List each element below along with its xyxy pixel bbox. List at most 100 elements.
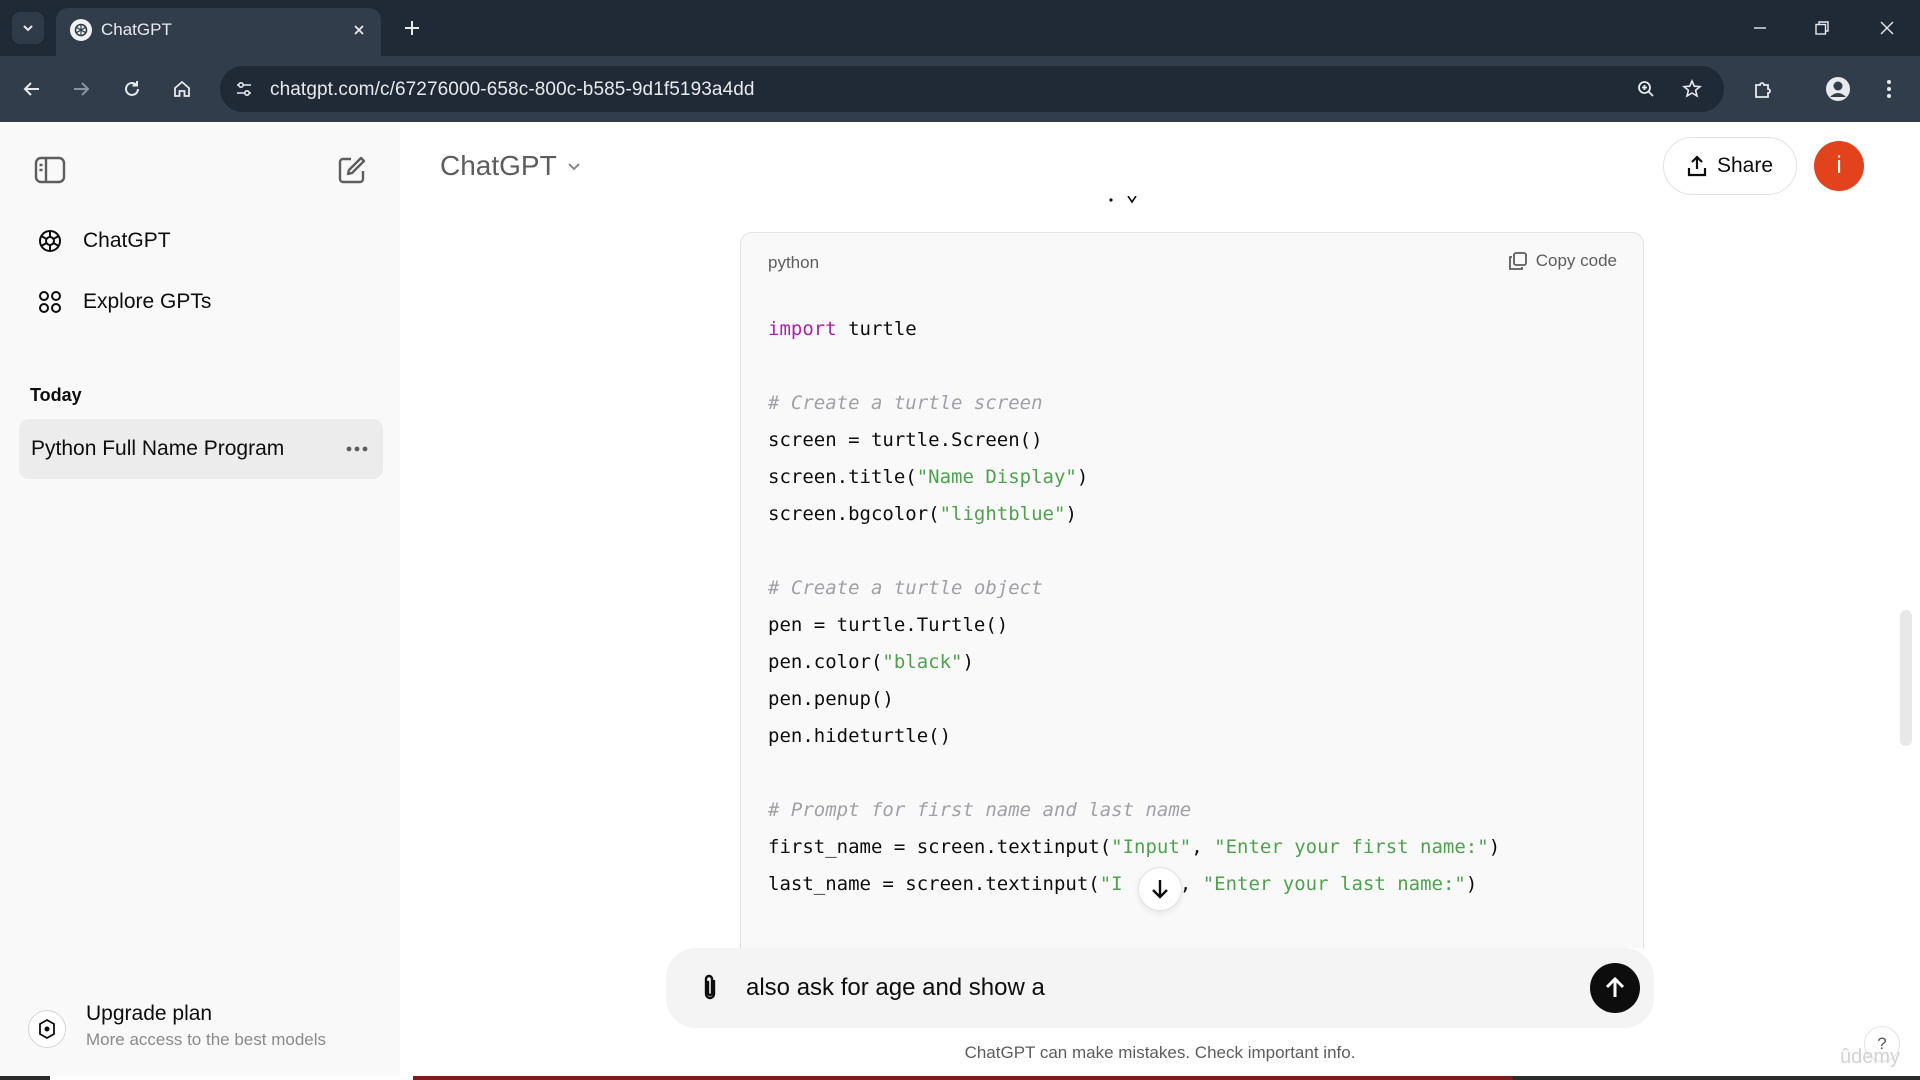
- sidebar-item-label: ChatGPT: [83, 229, 171, 252]
- paperclip-icon: [704, 974, 716, 1000]
- share-upload-icon: [1687, 155, 1707, 177]
- disclaimer-text: ChatGPT can make mistakes. Check importa…: [964, 1043, 1356, 1062]
- code-keyword: import: [768, 318, 837, 340]
- reload-icon: [125, 81, 139, 96]
- tab-search-button[interactable]: [12, 12, 44, 44]
- upgrade-plan-title: Upgrade plan: [86, 1002, 213, 1025]
- chevron-down-icon: [23, 25, 33, 32]
- profile-button[interactable]: [1822, 73, 1854, 105]
- code-text: pen.penup(): [768, 688, 894, 710]
- browser-toolbar: chatgpt.com/c/67276000-658c-800c-b585-9d…: [0, 56, 1920, 122]
- code-string: "lightblue": [939, 503, 1066, 525]
- code-text: ): [1465, 873, 1478, 895]
- plus-icon: [405, 21, 419, 35]
- code-comment: # Prompt for first name and last name: [768, 799, 1192, 821]
- page-scrollbar[interactable]: [1900, 610, 1912, 746]
- arrow-right-icon: [74, 82, 90, 96]
- code-string: "Name Display": [916, 466, 1077, 488]
- code-text: pen.color(: [768, 651, 883, 673]
- code-text: screen.bgcolor(: [768, 503, 940, 525]
- share-label: Share: [1716, 154, 1774, 177]
- sidebar-item-label: Explore GPTs: [83, 290, 212, 313]
- send-button[interactable]: [1590, 963, 1640, 1013]
- code-line: screen.title("Name Display"): [768, 459, 1500, 496]
- code-language-label: python: [768, 253, 820, 272]
- code-comment: # Create a turtle screen: [768, 392, 1043, 414]
- restore-icon: [1815, 21, 1829, 35]
- url-text[interactable]: chatgpt.com/c/67276000-658c-800c-b585-9d…: [270, 79, 755, 101]
- code-text: ): [1076, 466, 1089, 488]
- code-line: # Create a turtle screen: [768, 385, 1500, 422]
- openai-favicon-icon: [70, 19, 92, 41]
- zoom-icon[interactable]: [1634, 77, 1658, 101]
- code-string: "Enter your last name:": [1202, 873, 1466, 895]
- copy-code-label: Copy code: [1535, 251, 1617, 270]
- code-line: import turtle: [768, 311, 1500, 348]
- code-string: "Input": [1111, 836, 1192, 858]
- minimize-button[interactable]: [1738, 8, 1782, 48]
- upgrade-sparkle-icon: [28, 1010, 66, 1048]
- forward-button[interactable]: [65, 73, 97, 105]
- extensions-button[interactable]: [1747, 73, 1779, 105]
- sidebar-panel-icon: [34, 156, 66, 184]
- restore-button[interactable]: [1800, 8, 1844, 48]
- new-chat-button[interactable]: [332, 150, 372, 190]
- code-text: ): [1065, 503, 1077, 525]
- home-button[interactable]: [166, 73, 198, 105]
- copy-icon: [1508, 252, 1527, 270]
- sidebar-conversation-item[interactable]: Python Full Name Program: [19, 419, 383, 479]
- browser-tab-active[interactable]: ChatGPT: [56, 8, 381, 56]
- code-line: pen.color("black"): [768, 644, 1500, 681]
- code-text: pen = turtle.Turtle(): [768, 614, 1009, 636]
- sidebar-toggle-button[interactable]: [30, 150, 70, 190]
- tab-close-button[interactable]: [347, 18, 371, 42]
- close-icon: [1880, 21, 1894, 35]
- code-text: ,: [1179, 873, 1203, 895]
- code-line: # Create a turtle object: [768, 570, 1500, 607]
- code-string: "Enter your first name:": [1214, 836, 1489, 858]
- new-tab-button[interactable]: [396, 12, 428, 44]
- taskbar-segment: [413, 1076, 1513, 1080]
- attach-button[interactable]: [692, 970, 728, 1006]
- close-window-button[interactable]: [1865, 8, 1909, 48]
- reload-button[interactable]: [116, 73, 148, 105]
- code-text: first_name = screen.textinput(: [768, 836, 1112, 858]
- code-text: turtle: [836, 318, 917, 340]
- code-text: last_name = screen.textinput(: [768, 873, 1100, 895]
- message-input[interactable]: [746, 968, 1526, 1008]
- edit-icon: [338, 156, 366, 184]
- address-bar[interactable]: chatgpt.com/c/67276000-658c-800c-b585-9d…: [220, 66, 1724, 112]
- arrow-down-icon: [1152, 880, 1168, 899]
- code-string: "black": [882, 651, 963, 673]
- arrow-up-icon: [1605, 976, 1625, 997]
- back-button[interactable]: [16, 73, 48, 105]
- browser-menu-button[interactable]: [1873, 73, 1905, 105]
- grid-icon: [34, 286, 66, 318]
- kebab-menu-icon: [1887, 80, 1891, 98]
- conversation-title: Python Full Name Program: [31, 437, 285, 460]
- taskbar-segment: [50, 1076, 413, 1080]
- sidebar-item-explore-gpts[interactable]: Explore GPTs: [26, 277, 376, 327]
- conversation-options-button[interactable]: [343, 435, 371, 463]
- code-comment: # Create a turtle object: [768, 577, 1043, 599]
- upgrade-plan-button[interactable]: Upgrade plan More access to the best mod…: [28, 998, 378, 1060]
- model-name: ChatGPT: [440, 150, 557, 181]
- bottom-taskbar-strip: [0, 1076, 1920, 1080]
- chevron-down-icon: [567, 163, 580, 171]
- copy-code-button[interactable]: Copy code: [1508, 251, 1617, 271]
- code-block: python Copy code import turtle # Create …: [740, 232, 1644, 948]
- model-selector[interactable]: ChatGPT: [440, 150, 583, 182]
- code-line: # Prompt for first name and last name: [768, 792, 1500, 829]
- code-text: ): [962, 651, 974, 673]
- site-settings-icon[interactable]: [232, 77, 256, 101]
- scroll-to-bottom-button[interactable]: [1138, 867, 1182, 911]
- bookmark-star-icon[interactable]: [1680, 77, 1704, 101]
- share-button[interactable]: Share: [1663, 137, 1797, 195]
- more-horizontal-icon: [346, 446, 368, 452]
- watermark: ûdemy: [1840, 1046, 1901, 1068]
- user-avatar[interactable]: i: [1814, 141, 1864, 191]
- code-text: screen = turtle.Screen(): [768, 429, 1043, 451]
- sidebar-item-chatgpt[interactable]: ChatGPT: [26, 216, 376, 266]
